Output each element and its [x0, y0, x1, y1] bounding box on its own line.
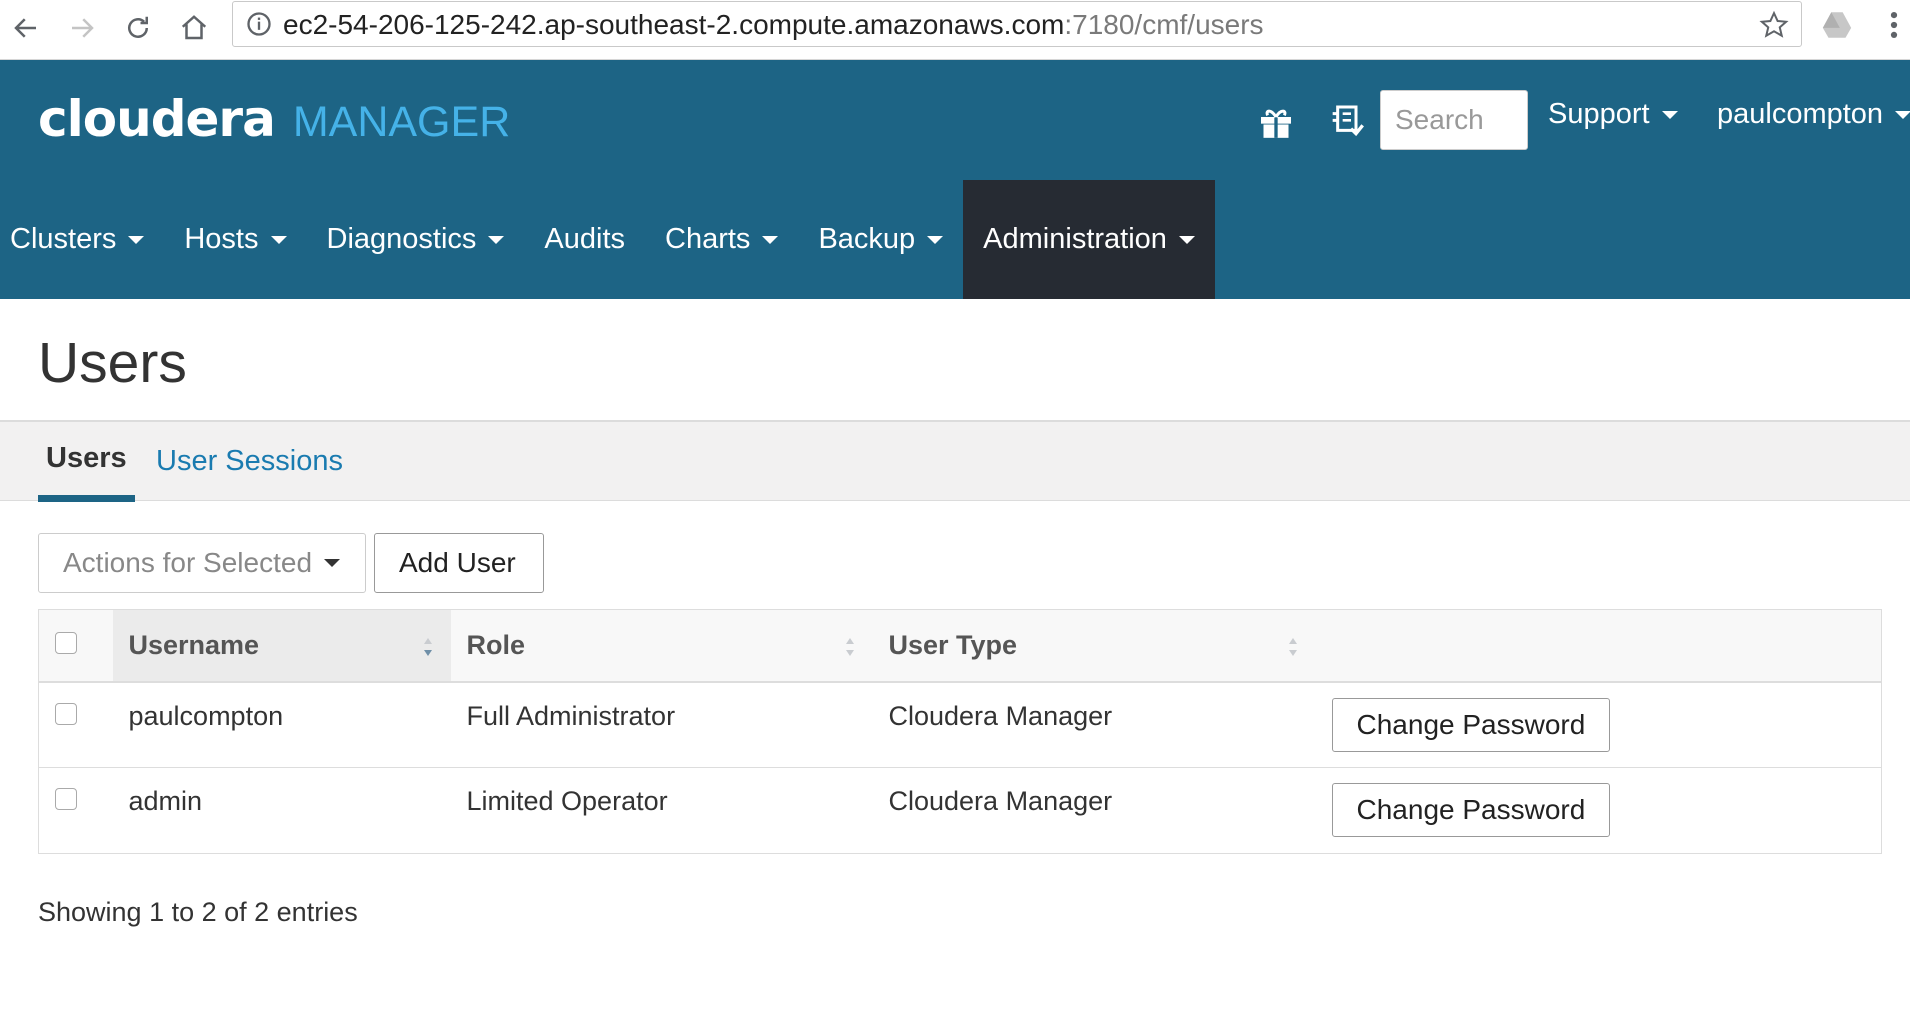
nav-diagnostics[interactable]: Diagnostics: [307, 180, 525, 299]
nav-backup[interactable]: Backup: [798, 180, 963, 299]
nav-audits[interactable]: Audits: [524, 180, 645, 299]
chevron-down-icon: [1178, 235, 1195, 244]
chevron-down-icon: [762, 235, 779, 244]
username-cell: admin: [128, 786, 203, 816]
table-info: Showing 1 to 2 of 2 entries: [38, 897, 358, 927]
user-type-cell: Cloudera Manager: [888, 700, 1113, 731]
star-icon[interactable]: [1759, 10, 1789, 40]
url-host: ec2-54-206-125-242.ap-southeast-2.comput…: [283, 9, 1065, 40]
column-label: Username: [128, 629, 260, 660]
sort-icon: [1288, 638, 1297, 656]
url-path: :7180/cmf/users: [1064, 9, 1264, 40]
users-table: Username Role User Type paulcompton Full…: [38, 609, 1882, 854]
column-header-user-type[interactable]: User Type: [873, 610, 1316, 682]
user-type-cell: Cloudera Manager: [888, 786, 1113, 816]
chevron-down-icon: [488, 235, 505, 244]
nav-charts[interactable]: Charts: [645, 180, 798, 299]
nav-label: Administration: [983, 223, 1167, 255]
nav-label: Charts: [665, 223, 751, 255]
actions-label: Actions for Selected: [63, 547, 313, 578]
table-row: paulcompton Full Administrator Cloudera …: [38, 682, 1882, 768]
url-text[interactable]: ec2-54-206-125-242.ap-southeast-2.comput…: [283, 9, 1264, 41]
home-icon[interactable]: [172, 6, 216, 50]
tab-user-sessions[interactable]: User Sessions: [156, 422, 343, 501]
actions-cell: Change Password: [1316, 682, 1882, 768]
column-label: User Type: [888, 629, 1018, 660]
chevron-down-icon: [270, 235, 287, 244]
role-cell: Limited Operator: [466, 786, 668, 816]
row-checkbox[interactable]: [55, 702, 77, 725]
select-all-cell: [39, 610, 113, 682]
search-input[interactable]: [1380, 90, 1528, 150]
select-all-checkbox[interactable]: [55, 631, 77, 654]
drive-icon[interactable]: [1820, 8, 1854, 42]
row-checkbox[interactable]: [55, 788, 77, 810]
column-label: Role: [466, 629, 526, 660]
chevron-down-icon: [1661, 110, 1678, 119]
nav-label: Audits: [544, 223, 626, 255]
chevron-down-icon: [324, 559, 341, 567]
column-header-username[interactable]: Username: [112, 609, 451, 682]
menu-icon[interactable]: [1884, 8, 1904, 42]
nav-label: Backup: [818, 223, 916, 255]
row-select-cell: [39, 682, 113, 768]
chevron-down-icon: [1895, 110, 1910, 119]
add-user-button[interactable]: Add User: [374, 533, 544, 593]
gift-icon[interactable]: [1256, 102, 1296, 142]
chevron-down-icon: [128, 235, 145, 244]
logo-product: MANAGER: [292, 98, 511, 146]
actions-cell: Change Password: [1316, 768, 1882, 854]
table-row: admin Limited Operator Cloudera Manager …: [38, 768, 1882, 854]
sort-icon: [845, 638, 854, 656]
column-header-actions: [1316, 610, 1882, 682]
support-label: Support: [1548, 98, 1650, 130]
back-icon[interactable]: [4, 6, 48, 50]
logo-text: cloudera: [38, 90, 276, 148]
actions-for-selected-dropdown[interactable]: Actions for Selected: [38, 533, 366, 593]
column-header-role[interactable]: Role: [451, 610, 873, 682]
support-menu[interactable]: Support: [1548, 98, 1678, 131]
table-header-row: Username Role User Type: [38, 609, 1882, 682]
nav-hosts[interactable]: Hosts: [164, 180, 306, 299]
username-cell: paulcompton: [128, 700, 284, 731]
main-nav: Clusters Hosts Diagnostics Audits Charts…: [0, 180, 1215, 299]
brand-logo[interactable]: cloudera MANAGER: [38, 90, 510, 148]
reload-icon[interactable]: [116, 6, 160, 50]
nav-label: Hosts: [184, 223, 259, 255]
tab-users[interactable]: Users: [38, 422, 135, 502]
user-menu[interactable]: paulcompton: [1717, 98, 1910, 131]
nav-clusters[interactable]: Clusters: [0, 180, 164, 299]
chevron-down-icon: [927, 235, 944, 244]
role-cell: Full Administrator: [466, 700, 676, 731]
user-label: paulcompton: [1717, 98, 1884, 130]
nav-label: Diagnostics: [326, 223, 477, 255]
page-title: Users: [38, 331, 187, 395]
row-select-cell: [39, 768, 113, 854]
address-bar[interactable]: ec2-54-206-125-242.ap-southeast-2.comput…: [232, 1, 1802, 47]
info-icon[interactable]: [245, 10, 273, 38]
change-password-button[interactable]: Change Password: [1331, 697, 1611, 752]
nav-label: Clusters: [10, 223, 117, 255]
sort-desc-icon: [423, 638, 432, 656]
nav-administration[interactable]: Administration: [963, 180, 1215, 299]
tabs-bar: Users User Sessions: [0, 420, 1910, 502]
app-header: cloudera MANAGER Support paulcompton Clu…: [0, 60, 1910, 299]
change-password-button[interactable]: Change Password: [1331, 783, 1611, 837]
forward-icon[interactable]: [60, 6, 104, 50]
running-commands-icon[interactable]: [1326, 102, 1366, 142]
browser-toolbar: ec2-54-206-125-242.ap-southeast-2.comput…: [0, 0, 1910, 60]
